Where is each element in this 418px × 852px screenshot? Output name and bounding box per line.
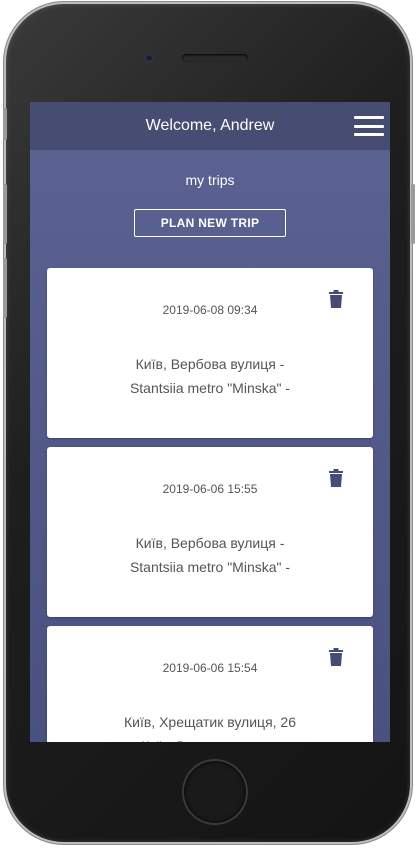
app-header: Welcome, Andrew bbox=[30, 102, 390, 150]
home-button[interactable] bbox=[184, 761, 246, 823]
mute-switch bbox=[3, 108, 7, 140]
welcome-title: Welcome, Andrew bbox=[145, 117, 275, 134]
hamburger-icon[interactable] bbox=[354, 116, 384, 136]
trip-card[interactable]: 2019-06-06 15:55 Київ, Вербова вулиця - … bbox=[47, 447, 373, 617]
trip-card[interactable]: 2019-06-06 15:54 Київ, Хрещатик вулиця, … bbox=[47, 626, 373, 742]
volume-down-button bbox=[3, 258, 7, 318]
trip-date: 2019-06-06 15:55 bbox=[162, 482, 258, 496]
trash-icon[interactable] bbox=[329, 469, 343, 487]
volume-up-button bbox=[3, 184, 7, 244]
trash-icon[interactable] bbox=[329, 648, 343, 666]
trip-date: 2019-06-06 15:54 bbox=[162, 661, 258, 675]
plan-new-trip-button[interactable]: PLAN NEW TRIP bbox=[134, 209, 286, 237]
front-camera bbox=[145, 54, 153, 62]
trip-route: Київ, Хрещатик вулиця, 26 Київ, Володими… bbox=[47, 710, 373, 742]
trip-route: Київ, Вербова вулиця - Stantsiia metro "… bbox=[47, 352, 373, 400]
trip-route-end: Stantsiia metro "Minska" - bbox=[129, 380, 291, 396]
trip-date: 2019-06-08 09:34 bbox=[162, 303, 258, 317]
trip-card[interactable]: 2019-06-08 09:34 Київ, Вербова вулиця - … bbox=[47, 268, 373, 438]
trip-route-end: Київ, Володимирська bbox=[47, 734, 373, 742]
earpiece-speaker bbox=[182, 54, 248, 62]
section-title: my trips bbox=[185, 172, 235, 188]
trash-icon[interactable] bbox=[329, 290, 343, 308]
trip-route-end: Stantsiia metro "Minska" - bbox=[129, 559, 291, 575]
trip-route-start: Київ, Хрещатик вулиця, 26 bbox=[124, 714, 296, 730]
trip-route-start: Київ, Вербова вулиця - bbox=[135, 535, 285, 551]
power-button bbox=[411, 184, 415, 244]
trips-list: 2019-06-08 09:34 Київ, Вербова вулиця - … bbox=[47, 268, 373, 742]
app-screen: Welcome, Andrew my trips PLAN NEW TRIP 2… bbox=[30, 102, 390, 742]
trip-route: Київ, Вербова вулиця - Stantsiia metro "… bbox=[47, 531, 373, 579]
trip-route-start: Київ, Вербова вулиця - bbox=[135, 356, 285, 372]
